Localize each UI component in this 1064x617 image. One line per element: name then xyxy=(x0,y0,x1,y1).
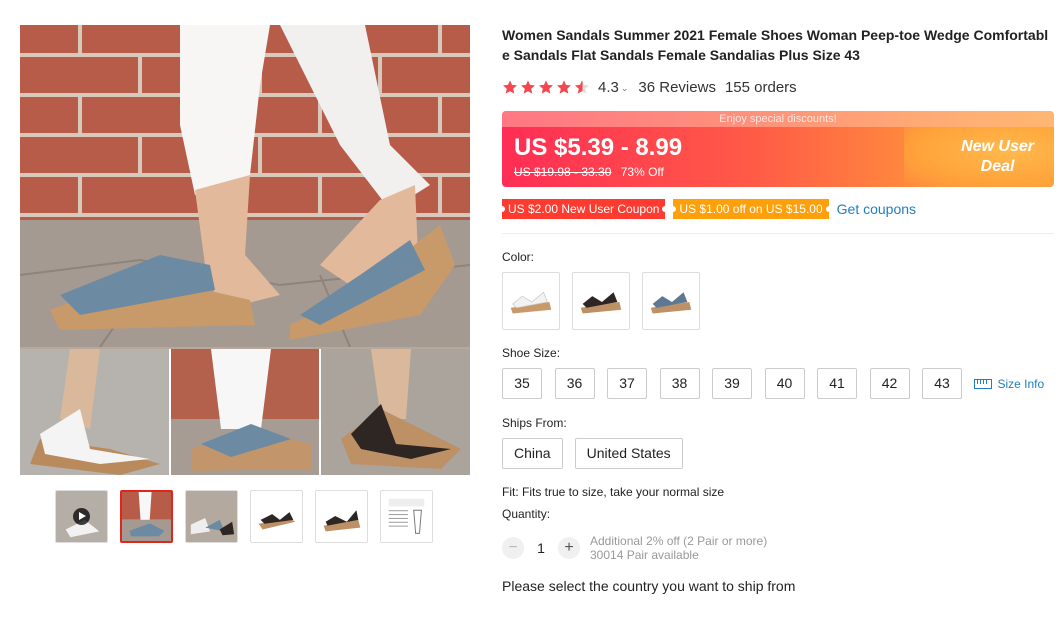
ruler-icon xyxy=(973,378,992,389)
divider xyxy=(502,233,1054,234)
chevron-down-icon[interactable]: ⌄ xyxy=(621,83,629,94)
quantity-note: Additional 2% off (2 Pair or more) 30014… xyxy=(590,534,767,562)
size-info-label: Size Info xyxy=(997,376,1045,391)
size-option-41[interactable]: 41 xyxy=(817,368,857,399)
quantity-stepper: − 1 + Additional 2% off (2 Pair or more)… xyxy=(502,534,1054,562)
size-option-39[interactable]: 39 xyxy=(712,368,752,399)
color-option-black[interactable] xyxy=(572,272,630,330)
reviews-link[interactable]: 36 Reviews xyxy=(638,79,716,96)
availability-note: 30014 Pair available xyxy=(590,548,699,562)
bulk-discount-note: Additional 2% off (2 Pair or more) xyxy=(590,534,768,548)
collage-image-black xyxy=(321,349,470,475)
thumbnail-video[interactable] xyxy=(55,490,108,543)
deal-line-2: Deal xyxy=(980,158,1015,175)
main-product-image[interactable] xyxy=(20,25,470,347)
color-option-white[interactable] xyxy=(502,272,560,330)
star-icon xyxy=(557,80,571,94)
rating-value[interactable]: 4.3 xyxy=(598,79,619,96)
deal-line-1: New User xyxy=(961,138,1034,155)
star-icon-partial xyxy=(575,80,589,94)
size-option-38[interactable]: 38 xyxy=(659,368,700,399)
star-icon xyxy=(539,80,553,94)
ship-country-prompt: Please select the country you want to sh… xyxy=(502,578,796,594)
rating-row: 4.3 ⌄ 36 Reviews 155 orders xyxy=(502,77,1054,97)
quantity-value[interactable]: 1 xyxy=(524,540,558,556)
size-option-36[interactable]: 36 xyxy=(554,368,595,399)
discount-percent: 73% Off xyxy=(620,165,664,179)
product-info: Women Sandals Summer 2021 Female Shoes W… xyxy=(498,25,1054,594)
thumbnail-size-chart[interactable] xyxy=(380,490,433,543)
get-coupons-link[interactable]: Get coupons xyxy=(837,201,916,217)
ships-from-china[interactable]: China xyxy=(502,438,563,469)
original-price-row: US $19.98 - 33.30 73% Off xyxy=(514,165,664,179)
thumbnail-black-sandal-side[interactable] xyxy=(315,490,368,543)
size-option-43[interactable]: 43 xyxy=(922,368,962,399)
ships-from-label: Ships From: xyxy=(502,416,567,430)
image-collage xyxy=(20,349,470,475)
size-option-35[interactable]: 35 xyxy=(502,368,542,399)
product-gallery xyxy=(20,25,470,475)
quantity-increase-button[interactable]: + xyxy=(558,537,580,559)
size-option-42[interactable]: 42 xyxy=(869,368,910,399)
discount-strip: Enjoy special discounts! xyxy=(502,111,1054,127)
new-user-coupon[interactable]: US $2.00 New User Coupon xyxy=(498,199,669,219)
quantity-decrease-button[interactable]: − xyxy=(502,537,524,559)
thumbnail-strip xyxy=(55,490,433,543)
product-title: Women Sandals Summer 2021 Female Shoes W… xyxy=(502,27,1049,63)
star-icon xyxy=(521,80,535,94)
thumbnail-black-sandal[interactable] xyxy=(250,490,303,543)
collage-image-white xyxy=(20,349,169,475)
rating-stars xyxy=(502,79,590,95)
coupons-row: US $2.00 New User Coupon US $1.00 off on… xyxy=(498,199,1054,219)
ships-from-options: China United States xyxy=(502,438,1054,469)
fit-note: Fit: Fits true to size, take your normal… xyxy=(502,485,725,499)
store-coupon[interactable]: US $1.00 off on US $15.00 xyxy=(670,199,832,219)
current-price: US $5.39 - 8.99 xyxy=(514,134,683,161)
color-options xyxy=(502,272,1054,330)
size-option-37[interactable]: 37 xyxy=(607,368,647,399)
collage-image-blue xyxy=(170,349,320,475)
new-user-deal-badge: New User Deal xyxy=(904,127,1054,187)
color-label: Color: xyxy=(502,250,535,264)
thumbnail-blue-brick[interactable] xyxy=(120,490,173,543)
size-options: 35 36 37 38 39 40 41 42 43 Size Info xyxy=(502,368,1054,399)
price-banner: Enjoy special discounts! US $5.39 - 8.99… xyxy=(502,111,1054,187)
play-icon[interactable] xyxy=(73,508,90,525)
quantity-label: Quantity: xyxy=(502,507,551,521)
color-option-blue[interactable] xyxy=(642,272,700,330)
star-icon xyxy=(503,80,517,94)
ships-from-united-states[interactable]: United States xyxy=(574,438,683,469)
size-option-40[interactable]: 40 xyxy=(764,368,805,399)
thumbnail-collage[interactable] xyxy=(185,490,238,543)
size-info-link[interactable]: Size Info xyxy=(973,376,1045,391)
orders-count: 155 orders xyxy=(724,78,797,96)
size-label: Shoe Size: xyxy=(502,346,561,360)
original-price: US $19.98 - 33.30 xyxy=(514,165,612,179)
